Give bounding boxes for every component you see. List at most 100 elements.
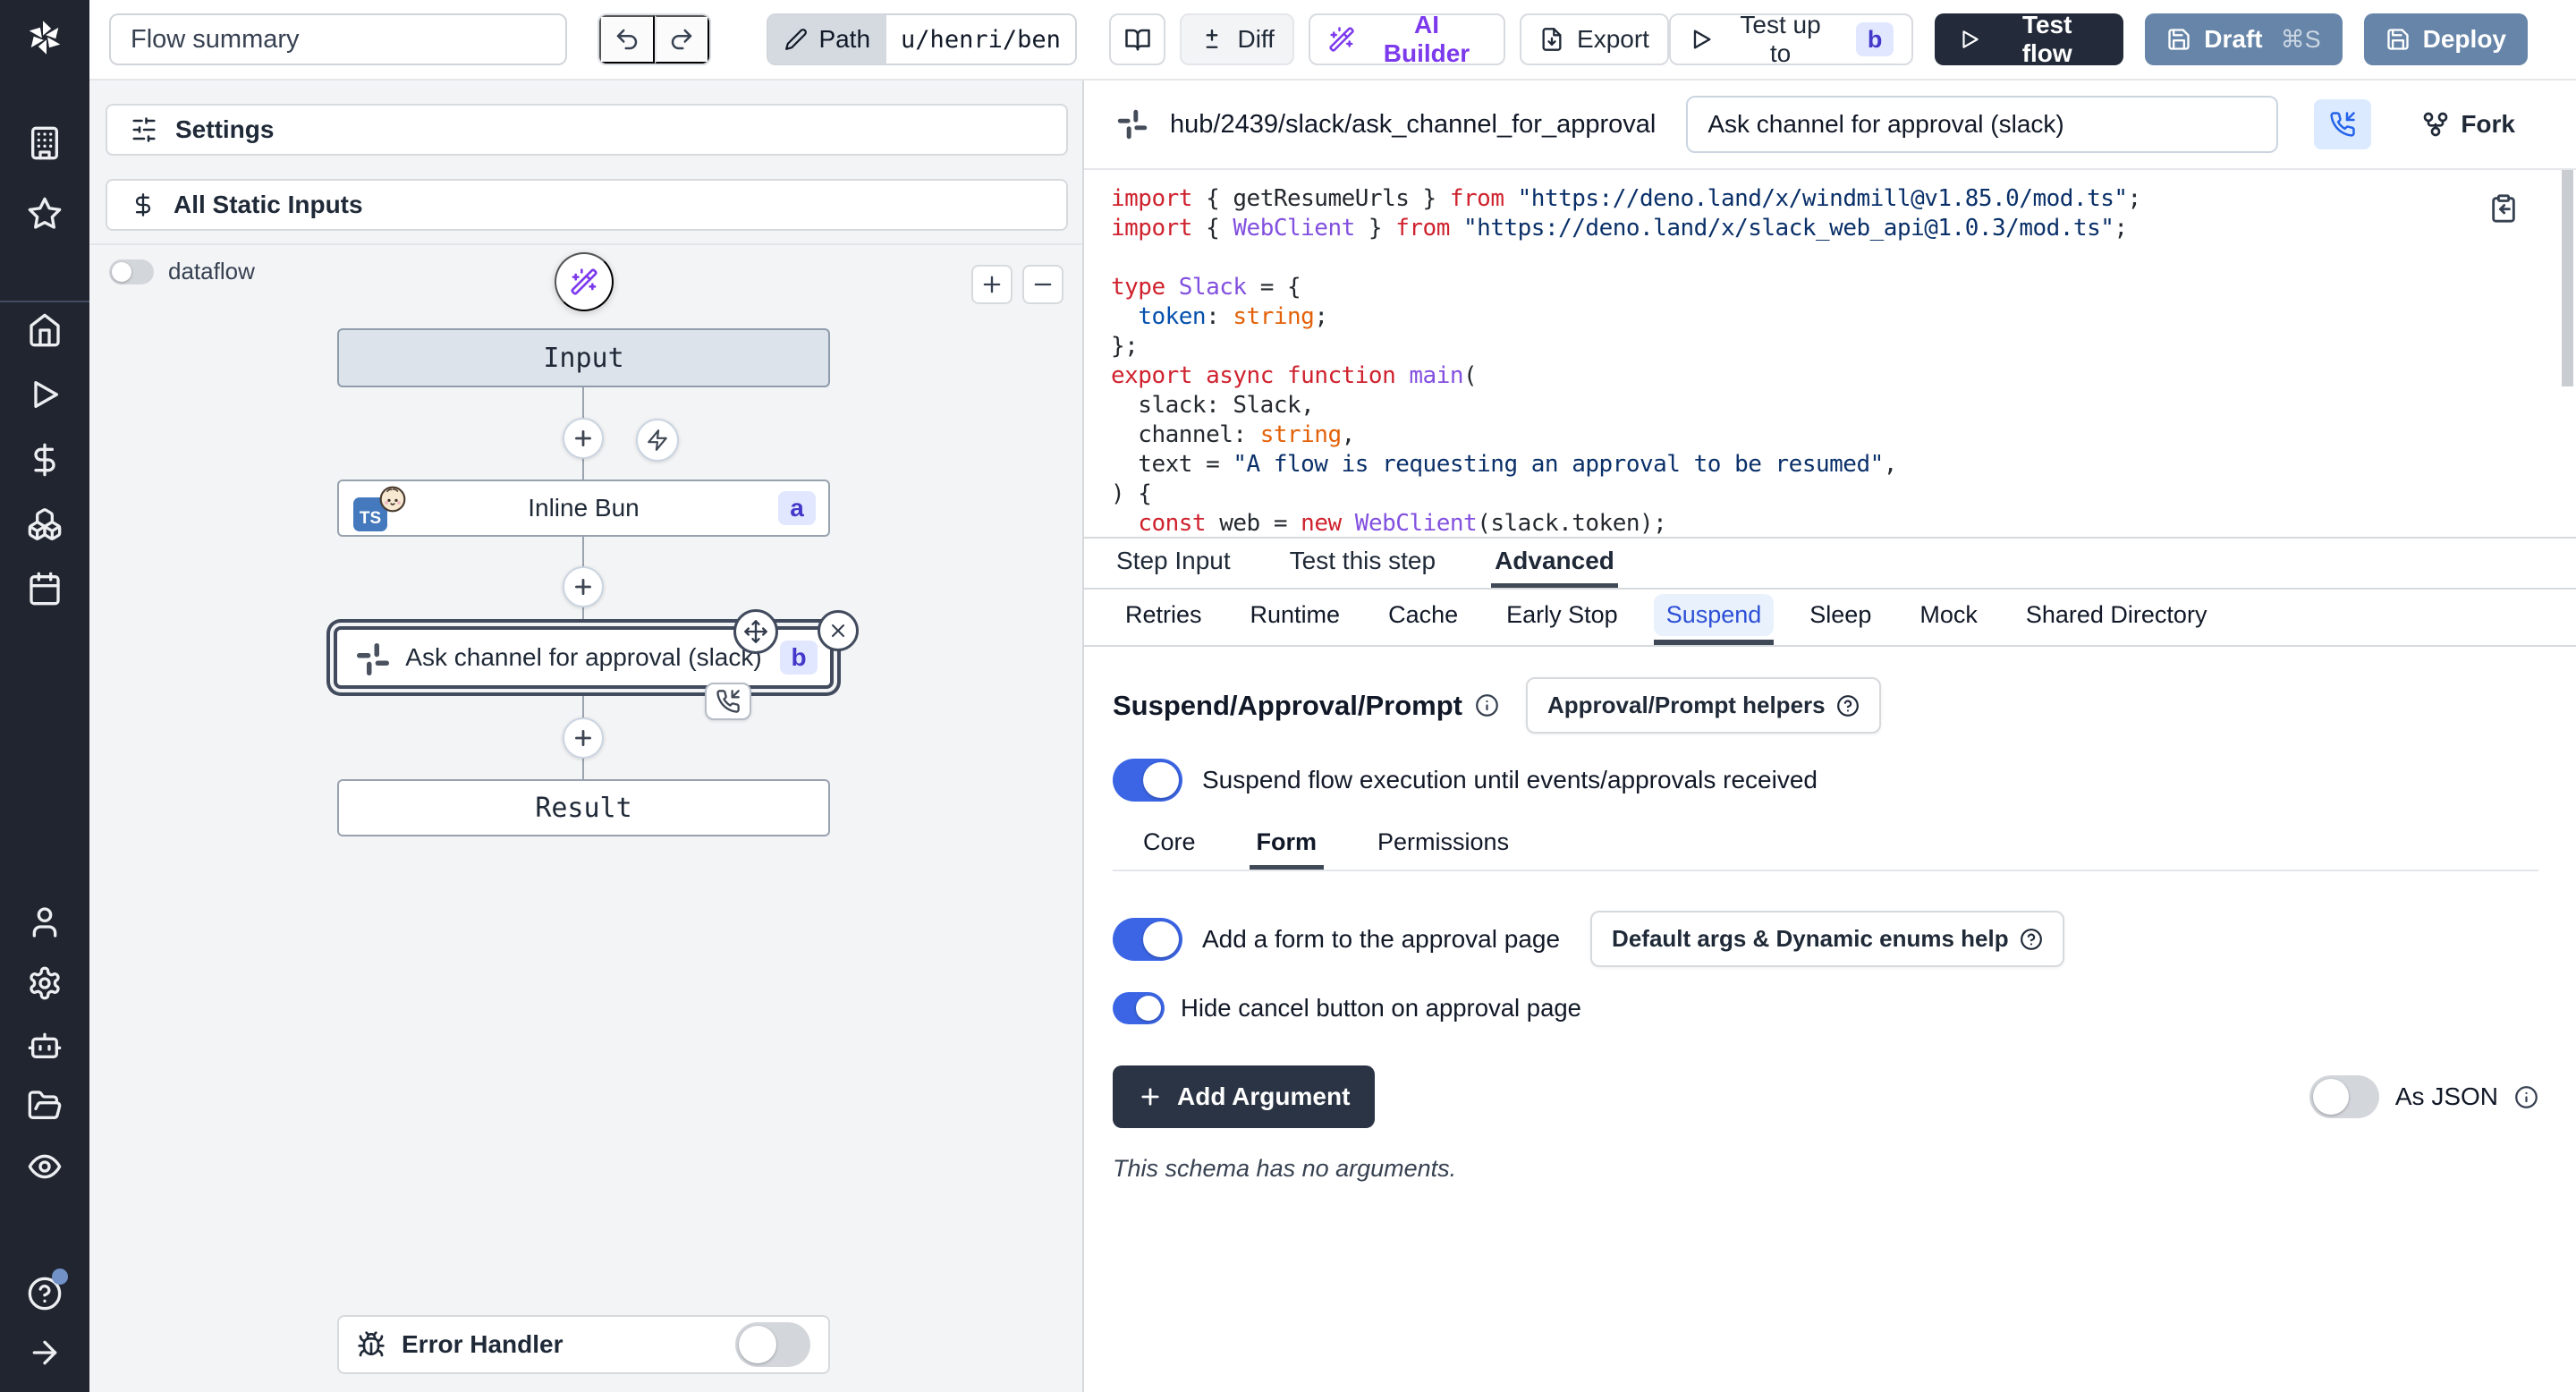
code-scrollbar[interactable] [2560,170,2574,537]
tab-suspend[interactable]: Suspend [1654,590,1775,645]
tab-step-input[interactable]: Step Input [1113,539,1234,588]
dataflow-toggle[interactable] [109,259,154,284]
tab-mock[interactable]: Mock [1907,590,1990,645]
git-fork-icon [2421,110,2450,139]
clipboard-copy-icon [2488,193,2519,224]
audit-eye-icon[interactable] [27,1149,63,1184]
step-detail-panel: hub/2439/slack/ask_channel_for_approval … [1084,81,2576,1392]
default-args-help-button[interactable]: Default args & Dynamic enums help [1590,911,2064,967]
expand-arrow-right-icon[interactable] [27,1335,63,1371]
draft-shortcut: ⌘S [2281,26,2321,54]
export-label: Export [1577,25,1649,54]
flow-settings-row[interactable]: Settings [106,104,1068,156]
variables-dollar-icon[interactable] [27,442,63,478]
as-json-label: As JSON [2395,1082,2498,1111]
add-form-toggle[interactable] [1113,918,1182,961]
flow-panel-divider [89,243,1082,245]
delete-node-button[interactable] [818,610,859,651]
suspend-phone-indicator-button[interactable] [2314,99,2371,149]
trigger-zap-button[interactable] [636,419,679,462]
flow-node-inline-bun[interactable]: TS Inline Bun a [337,480,830,537]
folders-icon[interactable] [27,1088,63,1124]
building-icon[interactable] [27,125,63,161]
code-line: text = "A flow is requesting an approval… [1111,450,2513,480]
tab-runtime[interactable]: Runtime [1238,590,1353,645]
diff-button[interactable]: Diff [1180,13,1294,65]
code-line: type Slack = { [1111,273,2513,302]
code-line: ) { [1111,480,2513,509]
insert-step-button[interactable] [563,418,604,459]
fork-label: Fork [2461,110,2515,139]
flow-node-input[interactable]: Input [337,328,830,387]
slack-node-id-badge: b [780,641,818,675]
runs-play-icon[interactable] [27,377,63,412]
zoom-in-button[interactable] [971,265,1013,304]
move-node-button[interactable] [733,609,778,654]
sidebar-divider [0,301,89,302]
redo-button[interactable] [655,15,710,64]
dataflow-toggle-row: dataflow [109,258,255,285]
hide-cancel-toggle[interactable] [1113,992,1165,1024]
users-icon[interactable] [27,904,63,940]
flow-node-result[interactable]: Result [337,779,830,836]
close-icon [827,620,849,641]
code-line: export async function main( [1111,361,2513,391]
scrollbar-thumb[interactable] [2562,170,2573,386]
flow-summary-input[interactable] [109,13,567,65]
path-edit-segment[interactable]: Path [768,15,886,64]
subtab-permissions[interactable]: Permissions [1370,819,1516,870]
workers-robot-icon[interactable] [27,1027,63,1063]
ai-builder-button[interactable]: AI Builder [1309,13,1505,65]
path-control[interactable]: Path u/henri/ben [767,13,1076,65]
tab-shared-directory[interactable]: Shared Directory [2013,590,2220,645]
info-icon[interactable] [1475,693,1499,717]
slack-icon [355,641,391,677]
code-editor[interactable]: import { getResumeUrls } from "https://d… [1084,170,2576,539]
all-static-inputs-row[interactable]: All Static Inputs [106,179,1068,231]
windmill-logo-icon[interactable] [23,16,66,59]
test-flow-label: Test flow [1994,11,2100,68]
tab-early-stop[interactable]: Early Stop [1494,590,1631,645]
home-icon[interactable] [27,312,63,348]
zoom-out-button[interactable] [1022,265,1063,304]
tab-retries[interactable]: Retries [1113,590,1215,645]
fork-button[interactable]: Fork [2421,110,2515,139]
add-argument-button[interactable]: Add Argument [1113,1065,1375,1128]
add-argument-label: Add Argument [1177,1082,1350,1111]
tab-test-this-step[interactable]: Test this step [1286,539,1439,588]
error-handler-toggle[interactable] [735,1322,810,1367]
schedules-calendar-icon[interactable] [27,571,63,607]
subtab-form[interactable]: Form [1250,819,1325,870]
hub-script-path[interactable]: hub/2439/slack/ask_channel_for_approval [1170,110,1656,140]
test-up-to-button[interactable]: Test up to b [1669,13,1913,65]
tab-cache[interactable]: Cache [1376,590,1470,645]
copy-code-button[interactable] [2488,193,2519,224]
tab-sleep[interactable]: Sleep [1797,590,1884,645]
approval-prompt-helpers-button[interactable]: Approval/Prompt helpers [1526,677,1881,734]
ai-flow-wand-button[interactable] [555,252,614,311]
insert-step-button[interactable] [563,717,604,759]
star-icon[interactable] [27,196,63,232]
as-json-toggle[interactable] [2309,1075,2379,1118]
suspend-flow-toggle[interactable] [1113,759,1182,802]
settings-gear-icon[interactable] [27,965,63,1001]
test-flow-button[interactable]: Test flow [1935,13,2123,65]
step-title-input[interactable] [1686,96,2278,153]
draft-button[interactable]: Draft ⌘S [2145,13,2342,65]
insert-step-button[interactable] [563,566,604,607]
input-node-label: Input [543,343,623,374]
tab-advanced[interactable]: Advanced [1491,539,1618,588]
docs-button[interactable] [1109,13,1166,65]
resources-boxes-icon[interactable] [27,506,63,542]
suspend-settings-body: Suspend/Approval/Prompt Approval/Prompt … [1084,647,2576,1392]
undo-button[interactable] [599,15,655,64]
code-line: slack: Slack, [1111,391,2513,420]
path-value[interactable]: u/henri/ben [886,15,1075,64]
deploy-button[interactable]: Deploy [2364,13,2528,65]
info-icon[interactable] [2514,1085,2538,1109]
export-button[interactable]: Export [1520,13,1669,65]
advanced-tabs: Retries Runtime Cache Early Stop Suspend… [1084,590,2576,647]
subtab-core[interactable]: Core [1136,819,1203,870]
suspend-phone-incoming-chip[interactable] [705,683,751,720]
error-handler-row[interactable]: Error Handler [337,1315,830,1374]
